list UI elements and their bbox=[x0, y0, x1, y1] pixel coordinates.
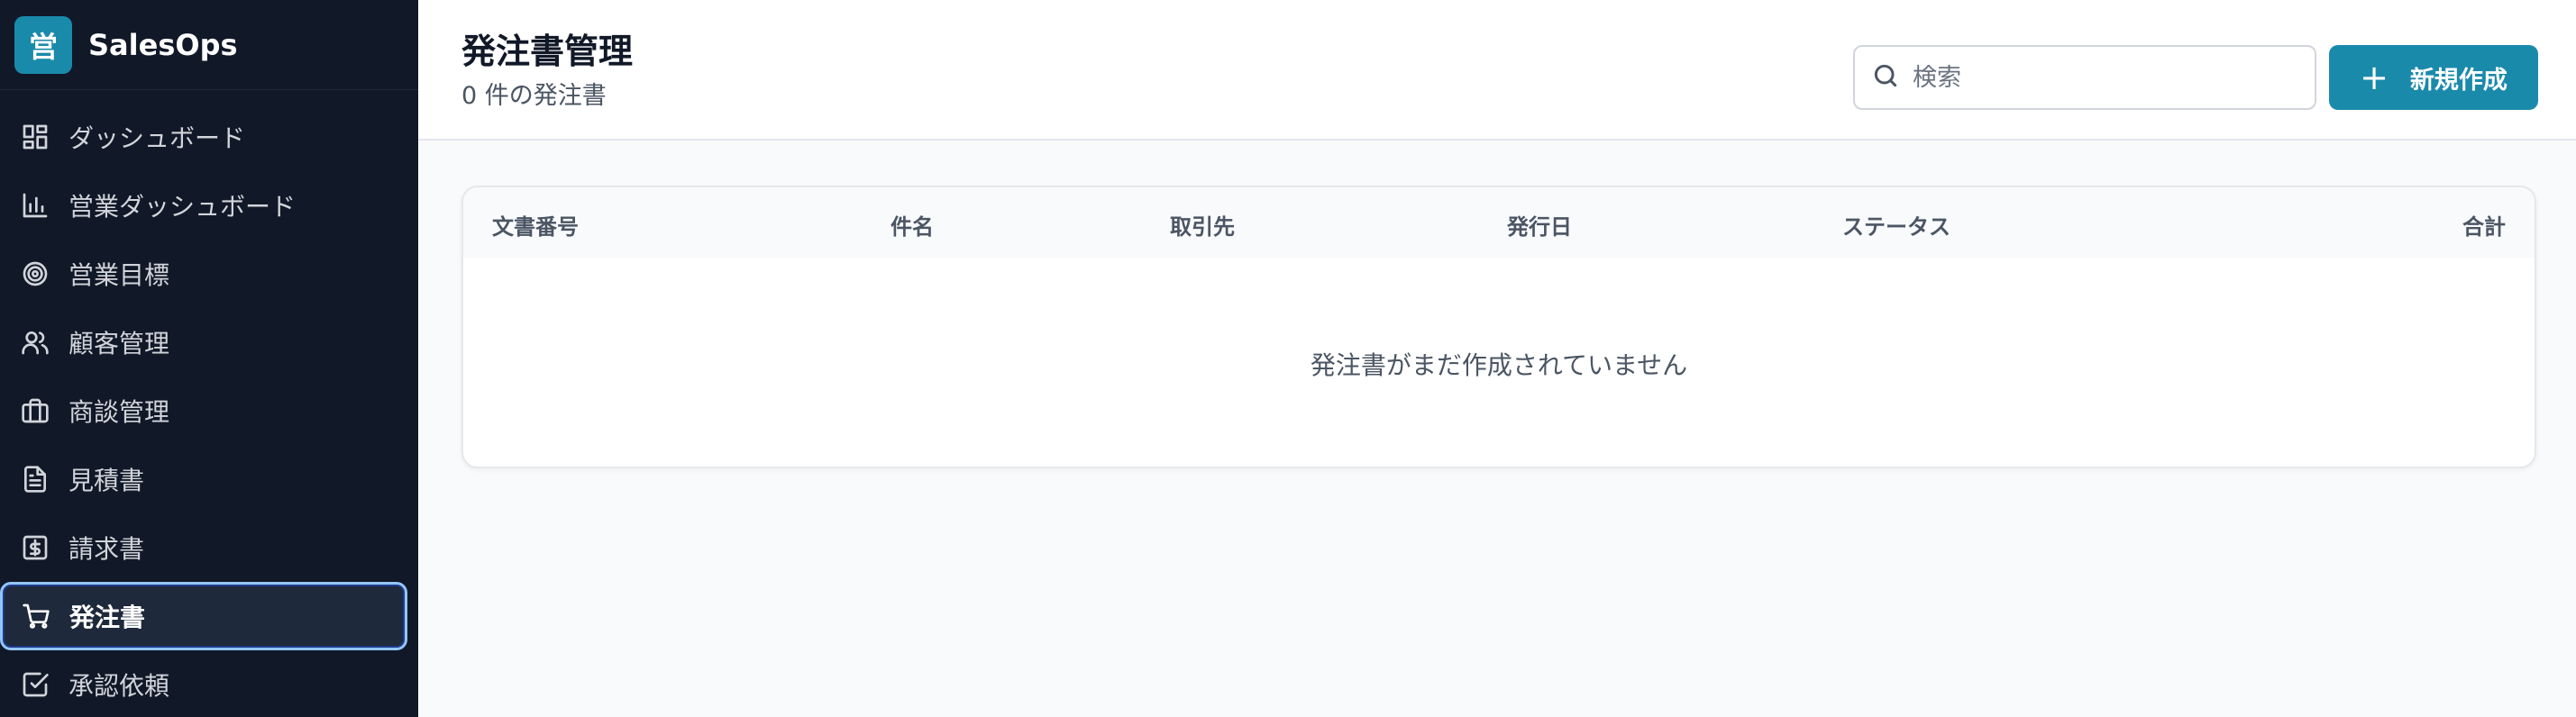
sidebar-item-label: 営業ダッシュボード bbox=[69, 192, 297, 222]
sidebar-item-purchase-orders[interactable]: 発注書 bbox=[0, 582, 407, 650]
purchase-order-table: 文書番号 件名 取引先 発行日 ステータス 合計 発注書がまだ作成されていません bbox=[461, 186, 2536, 468]
sidebar-item-label: 商談管理 bbox=[69, 397, 170, 427]
sidebar-item-label: 発注書 bbox=[69, 603, 146, 632]
new-button-label: 新規作成 bbox=[2409, 66, 2507, 95]
column-header-total[interactable]: 合計 bbox=[2462, 209, 2506, 241]
sidebar-item-invoices[interactable]: 請求書 bbox=[0, 513, 418, 582]
brand[interactable]: 営 SalesOps bbox=[0, 0, 418, 90]
sidebar-item-label: ダッシュボード bbox=[69, 123, 246, 153]
search-input[interactable] bbox=[1913, 63, 2291, 92]
page-title: 発注書管理 bbox=[461, 32, 634, 71]
page-header: 発注書管理 0 件の発注書 + 新規作成 bbox=[418, 0, 2576, 141]
brand-name: SalesOps bbox=[88, 27, 238, 62]
sidebar-item-label: 営業目標 bbox=[69, 260, 170, 290]
sidebar-item-deals[interactable]: 商談管理 bbox=[0, 377, 418, 445]
sidebar-item-customers[interactable]: 顧客管理 bbox=[0, 308, 418, 377]
invoice-icon bbox=[20, 532, 50, 563]
dashboard-icon bbox=[20, 122, 50, 152]
sidebar: 営 SalesOps ダッシュボード 営業ダッシュボード 営業目標 顧客管理 商… bbox=[0, 0, 418, 717]
cart-icon bbox=[21, 601, 51, 631]
target-icon bbox=[20, 259, 50, 289]
sidebar-item-label: 見積書 bbox=[69, 466, 145, 495]
sidebar-item-label: 顧客管理 bbox=[69, 329, 170, 358]
column-header-document-number[interactable]: 文書番号 bbox=[492, 209, 579, 241]
record-count: 0 件の発注書 bbox=[461, 82, 607, 110]
sidebar-item-approvals[interactable]: 承認依頼 bbox=[0, 650, 418, 717]
document-icon bbox=[20, 464, 50, 495]
new-button[interactable]: + 新規作成 bbox=[2329, 45, 2538, 110]
brand-logo: 営 bbox=[14, 15, 72, 74]
table-header: 文書番号 件名 取引先 発行日 ステータス 合計 bbox=[463, 187, 2535, 258]
column-header-issue-date[interactable]: 発行日 bbox=[1507, 209, 1572, 241]
sidebar-nav: ダッシュボード 営業ダッシュボード 営業目標 顧客管理 商談管理 見積書 請求書… bbox=[0, 103, 418, 717]
empty-state-message: 発注書がまだ作成されていません bbox=[1310, 350, 1688, 380]
column-header-subject[interactable]: 件名 bbox=[891, 209, 934, 241]
briefcase-icon bbox=[20, 395, 50, 426]
plus-icon: + bbox=[2360, 58, 2389, 97]
sidebar-item-label: 承認依頼 bbox=[69, 671, 170, 701]
search-icon bbox=[1871, 61, 1900, 94]
sidebar-item-sales-dashboard[interactable]: 営業ダッシュボード bbox=[0, 171, 418, 240]
bar-chart-icon bbox=[20, 190, 50, 221]
sidebar-item-quotes[interactable]: 見積書 bbox=[0, 445, 418, 513]
sidebar-item-sales-target[interactable]: 営業目標 bbox=[0, 240, 418, 308]
column-header-client[interactable]: 取引先 bbox=[1170, 209, 1235, 241]
search-box[interactable] bbox=[1853, 45, 2316, 110]
users-icon bbox=[20, 327, 50, 358]
sidebar-item-label: 請求書 bbox=[69, 534, 145, 564]
checkbox-icon bbox=[20, 669, 50, 700]
column-header-status[interactable]: ステータス bbox=[1842, 209, 1950, 241]
sidebar-item-dashboard[interactable]: ダッシュボード bbox=[0, 103, 418, 171]
